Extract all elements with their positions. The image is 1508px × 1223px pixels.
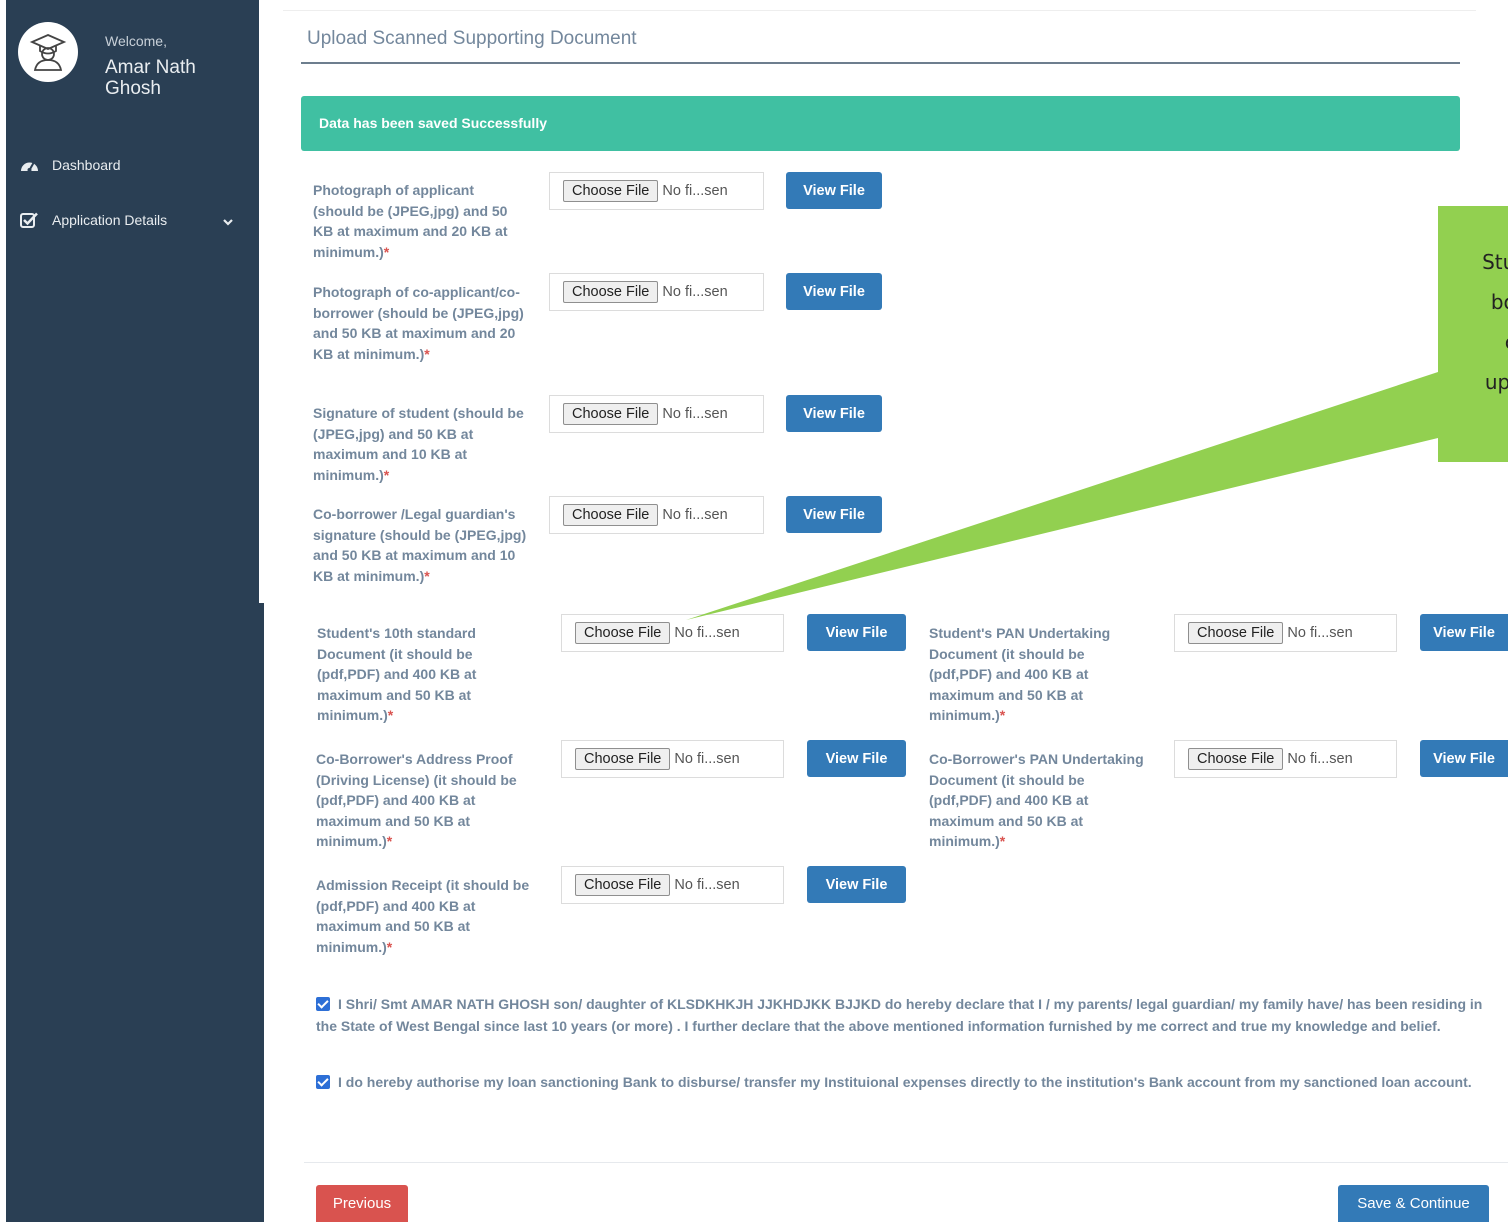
annotation-callout: Stud boa ce uplo r xyxy=(1438,206,1508,462)
residency-checkbox[interactable] xyxy=(316,997,330,1011)
callout-text: Stud boa ce uplo r xyxy=(1482,250,1508,394)
authorisation-checkbox[interactable] xyxy=(316,1075,330,1089)
previous-button[interactable]: Previous xyxy=(316,1185,408,1222)
declaration-residency: I Shri/ Smt AMAR NATH GHOSH son/ daughte… xyxy=(316,996,1483,1034)
declaration-authorisation: I do hereby authorise my loan sanctionin… xyxy=(316,1072,1496,1094)
footer-divider xyxy=(304,1162,1508,1163)
save-continue-button[interactable]: Save & Continue xyxy=(1338,1185,1489,1222)
callout-pointer xyxy=(686,372,1438,620)
